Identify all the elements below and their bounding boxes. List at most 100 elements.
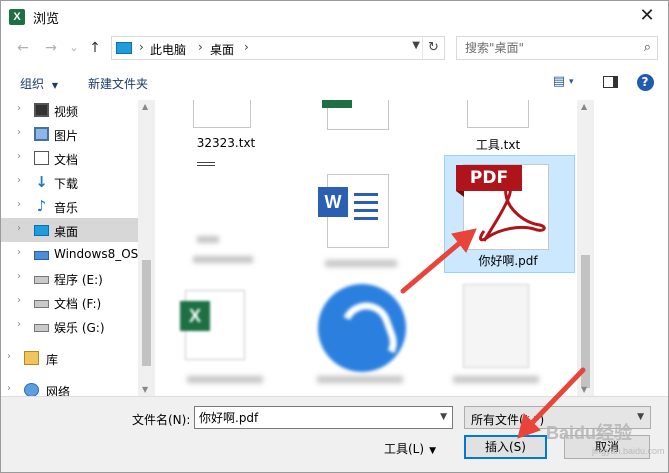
expand-chevron-icon[interactable]: › xyxy=(7,383,11,394)
file-item[interactable]: 32323.txt xyxy=(171,134,281,154)
drive-icon xyxy=(34,276,49,284)
pictures-icon xyxy=(34,127,49,141)
address-dropdown-icon[interactable]: ▼ xyxy=(412,40,420,51)
expand-chevron-icon[interactable]: › xyxy=(17,127,21,138)
file-thumbnail[interactable] xyxy=(463,284,529,368)
view-icon: ▤ xyxy=(552,74,566,89)
sidebar-item-libraries[interactable]: › 库 xyxy=(1,346,138,370)
sidebar-item-downloads[interactable]: › ↓ 下载 xyxy=(1,170,138,194)
organize-button[interactable]: 组织 ▼ xyxy=(20,75,58,92)
expand-chevron-icon[interactable]: › xyxy=(17,271,21,282)
dialog-footer: 文件名(N): ▼ 所有文件(*.*) ▼ 工具(L) ▼ 插入(S) 取消 xyxy=(1,396,668,472)
app-shortcut-icon[interactable] xyxy=(318,284,406,372)
downloads-icon: ↓ xyxy=(35,173,48,191)
expand-chevron-icon[interactable]: › xyxy=(17,247,21,258)
empty-area xyxy=(594,100,668,396)
sidebar-item-documents[interactable]: › 文档 xyxy=(1,146,138,170)
sidebar-item-music[interactable]: › ♪ 音乐 xyxy=(1,194,138,218)
sidebar-item-label: 图片 xyxy=(54,129,79,143)
file-name-blurred xyxy=(187,374,267,386)
new-folder-button[interactable]: 新建文件夹 xyxy=(88,75,148,92)
address-bar[interactable]: › 此电脑 › 桌面 › ▼ ↻ xyxy=(111,36,445,60)
sidebar-item-drive-g[interactable]: › 娱乐 (G:) xyxy=(1,314,138,338)
preview-pane-icon xyxy=(602,76,618,88)
expand-chevron-icon[interactable]: › xyxy=(17,103,21,114)
sidebar-item-network[interactable]: › 网络 xyxy=(1,378,138,396)
scroll-up-icon[interactable]: ▲ xyxy=(581,102,587,111)
sidebar-item-label: 程序 (E:) xyxy=(54,273,103,287)
search-icon[interactable]: ⌕ xyxy=(644,40,651,55)
file-type-dropdown-icon[interactable]: ▼ xyxy=(637,412,644,422)
breadcrumb-this-pc[interactable]: 此电脑 xyxy=(150,41,186,58)
sidebar-scrollbar[interactable]: ▲ ▼ xyxy=(138,100,155,396)
sidebar-item-label: 下载 xyxy=(54,177,79,191)
expand-chevron-icon[interactable]: › xyxy=(17,199,21,210)
filename-dropdown-icon[interactable]: ▼ xyxy=(440,412,447,422)
excel-app-icon: X xyxy=(9,9,25,25)
filename-input[interactable] xyxy=(195,407,431,428)
view-dropdown-icon[interactable]: ▾ xyxy=(569,72,574,92)
expand-chevron-icon[interactable]: › xyxy=(7,351,11,362)
back-button[interactable]: ← xyxy=(13,38,33,58)
search-input[interactable] xyxy=(457,37,633,59)
excel-icon xyxy=(322,100,352,108)
crumb-separator-icon: › xyxy=(244,40,249,54)
sidebar-item-videos[interactable]: › 视频 xyxy=(1,100,138,122)
scrollbar-thumb[interactable] xyxy=(142,260,151,366)
sidebar-item-pictures[interactable]: › 图片 xyxy=(1,122,138,146)
recent-locations-button[interactable]: ⌄ xyxy=(64,38,84,58)
sidebar-item-drive-e[interactable]: › 程序 (E:) xyxy=(1,266,138,290)
filename-combo[interactable]: ▼ xyxy=(194,406,453,429)
word-file-thumbnail[interactable]: W xyxy=(318,174,389,248)
file-item-label: 你好啊.pdf xyxy=(453,252,563,272)
scrollbar-thumb[interactable] xyxy=(581,255,590,388)
change-view-button[interactable]: ▤ ▾ xyxy=(549,72,574,92)
file-list-scrollbar[interactable]: ▲ ▼ xyxy=(577,100,594,396)
excel-file-thumbnail[interactable]: X xyxy=(180,290,245,360)
scroll-down-icon[interactable]: ▼ xyxy=(142,385,148,394)
cancel-button[interactable]: 取消 xyxy=(564,435,650,459)
expand-chevron-icon[interactable]: › xyxy=(17,319,21,330)
scroll-down-icon[interactable]: ▼ xyxy=(581,385,587,394)
file-item-blurred[interactable] xyxy=(187,232,257,268)
expand-chevron-icon[interactable]: › xyxy=(17,295,21,306)
preview-pane-button[interactable] xyxy=(600,72,620,92)
up-button[interactable]: ↑ xyxy=(85,38,105,58)
sidebar-item-desktop[interactable]: › 桌面 xyxy=(1,218,138,242)
scroll-up-icon[interactable]: ▲ xyxy=(142,102,148,111)
file-name-blurred xyxy=(317,374,407,386)
search-box[interactable]: ⌕ xyxy=(456,36,658,60)
sidebar-item-label: 桌面 xyxy=(54,225,79,239)
file-name-blurred xyxy=(453,374,543,386)
tools-button[interactable]: 工具(L) ▼ xyxy=(384,440,436,457)
forward-button[interactable]: → xyxy=(41,38,61,58)
title-bar: X 浏览 ✕ xyxy=(1,1,668,32)
excel-icon: X xyxy=(180,301,210,331)
file-name: 工具.txt xyxy=(475,138,521,152)
library-icon xyxy=(24,351,39,365)
expand-chevron-icon[interactable]: › xyxy=(17,175,21,186)
file-name-blurred xyxy=(325,258,399,270)
sidebar-item-drive-f[interactable]: › 文档 (F:) xyxy=(1,290,138,314)
text-file-thumbnail[interactable] xyxy=(193,100,251,128)
spreadsheet-file-thumbnail[interactable] xyxy=(322,100,389,130)
help-button[interactable]: ? xyxy=(635,72,655,92)
sidebar-item-windows8-os[interactable]: › Windows8_OS xyxy=(1,242,138,266)
navigation-pane: › 视频 › 图片 › 文档 › ↓ 下载 › ♪ 音乐 › 桌面 › Wind… xyxy=(1,100,138,396)
crumb-separator-icon: › xyxy=(139,40,144,54)
refresh-button[interactable]: ↻ xyxy=(422,37,444,59)
insert-button[interactable]: 插入(S) xyxy=(464,435,547,459)
expand-chevron-icon[interactable]: › xyxy=(17,223,21,234)
breadcrumb-desktop[interactable]: 桌面 xyxy=(210,41,234,58)
close-button[interactable]: ✕ xyxy=(632,3,662,29)
file-item[interactable]: 工具.txt xyxy=(443,134,553,154)
navigation-bar: ← → ⌄ ↑ › 此电脑 › 桌面 › ▼ ↻ ⌕ xyxy=(1,32,668,64)
file-type-select[interactable]: 所有文件(*.*) ▼ xyxy=(464,406,651,429)
command-bar: 组织 ▼ 新建文件夹 ▤ ▾ ? xyxy=(1,64,668,100)
drive-icon xyxy=(34,324,49,332)
expand-chevron-icon[interactable]: › xyxy=(17,151,21,162)
pdf-file-thumbnail[interactable]: PDF xyxy=(456,164,549,250)
file-list: 32323.txt 工具.txt PDF 你好啊.pdf W X xyxy=(155,100,577,396)
tools-label: 工具(L) xyxy=(384,442,425,456)
text-file-thumbnail[interactable] xyxy=(467,100,529,128)
